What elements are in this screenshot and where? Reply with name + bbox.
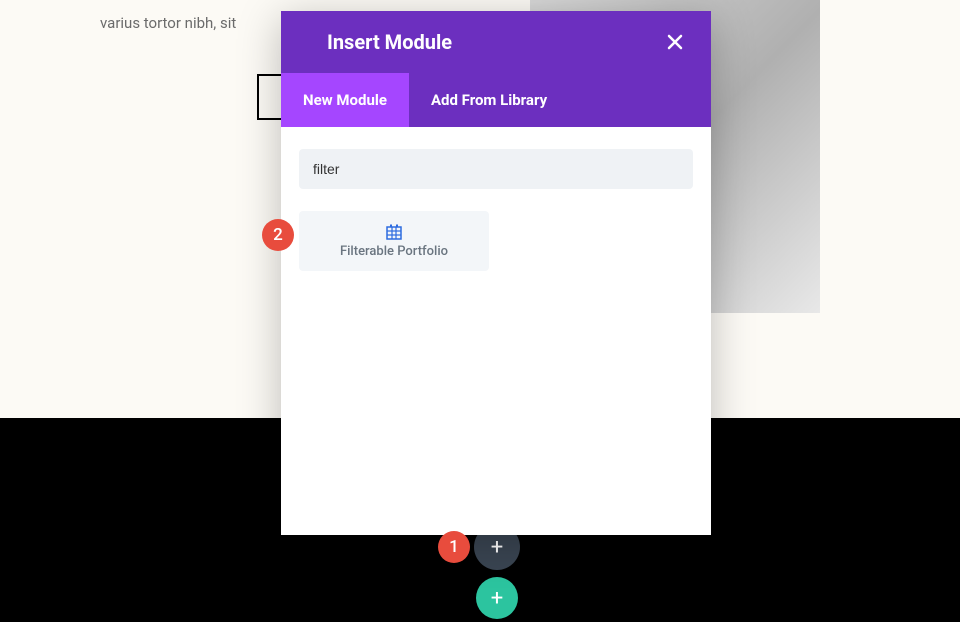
plus-icon: + <box>491 535 503 560</box>
grid-icon <box>386 224 402 240</box>
module-grid: Filterable Portfolio <box>299 211 693 271</box>
tab-label: New Module <box>303 91 387 109</box>
module-label: Filterable Portfolio <box>340 244 448 259</box>
modal-body: Filterable Portfolio <box>281 127 711 535</box>
tab-new-module[interactable]: New Module <box>281 73 409 127</box>
insert-module-modal: Insert Module New Module Add From Librar… <box>281 11 711 535</box>
tab-add-from-library[interactable]: Add From Library <box>409 73 569 127</box>
close-icon[interactable] <box>663 30 687 54</box>
plus-icon: + <box>491 586 503 611</box>
background-text: varius tortor nibh, sit <box>100 14 236 32</box>
annotation-marker-1: 1 <box>438 531 470 563</box>
modal-tabs: New Module Add From Library <box>281 73 711 127</box>
annotation-marker-2: 2 <box>262 219 294 251</box>
module-filterable-portfolio[interactable]: Filterable Portfolio <box>299 211 489 271</box>
add-row-button[interactable]: + <box>476 577 518 619</box>
modal-title: Insert Module <box>327 30 452 54</box>
module-search-input[interactable] <box>299 149 693 189</box>
modal-header: Insert Module <box>281 11 711 73</box>
tab-label: Add From Library <box>431 91 547 109</box>
